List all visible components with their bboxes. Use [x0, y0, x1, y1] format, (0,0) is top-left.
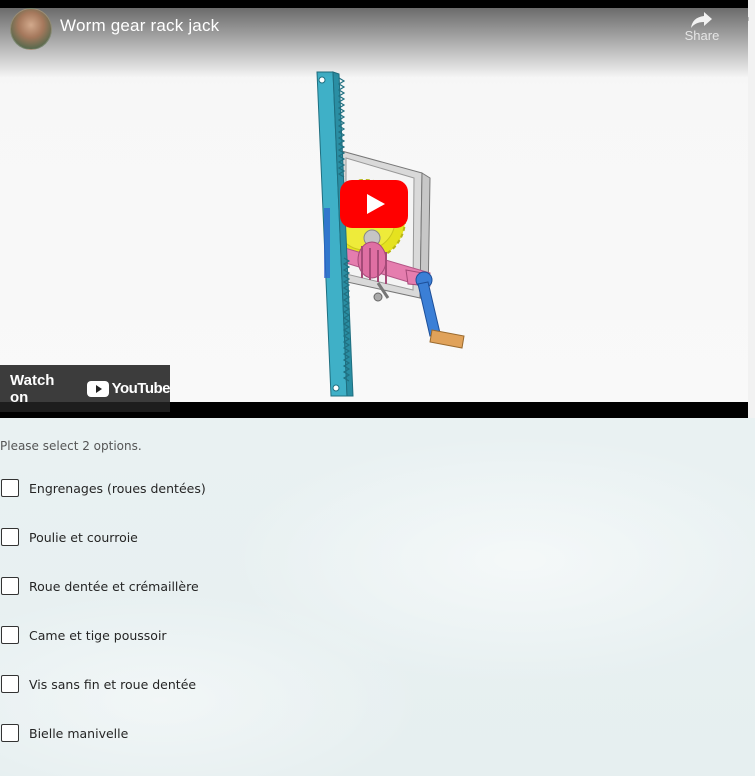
option-label: Engrenages (roues dentées): [29, 480, 206, 496]
video-title[interactable]: Worm gear rack jack: [60, 16, 219, 36]
option-label: Roue dentée et crémaillère: [29, 578, 199, 594]
option-label: Vis sans fin et roue dentée: [29, 676, 197, 692]
option-label: Came et tige poussoir: [29, 627, 167, 643]
checkbox[interactable]: [1, 479, 19, 497]
option-label: Poulie et courroie: [29, 529, 138, 545]
checkbox[interactable]: [1, 675, 19, 693]
option-poulie-courroie[interactable]: Poulie et courroie: [0, 525, 138, 549]
watch-on-label: Watch on: [10, 371, 55, 406]
watch-on-youtube-button[interactable]: Watch on YouTube: [0, 365, 171, 412]
play-button[interactable]: [340, 180, 408, 232]
play-button-icon: [340, 180, 408, 228]
youtube-logo-icon: [86, 380, 109, 397]
share-button[interactable]: Share: [680, 10, 724, 43]
option-vis-sans-fin[interactable]: Vis sans fin et roue dentée: [0, 672, 196, 696]
checkbox[interactable]: [1, 626, 19, 644]
youtube-logo: YouTube: [86, 380, 171, 397]
option-came-tige[interactable]: Came et tige poussoir: [0, 623, 167, 647]
option-roue-cremaillere[interactable]: Roue dentée et crémaillère: [0, 574, 199, 598]
youtube-wordmark: YouTube: [111, 380, 171, 397]
channel-avatar[interactable]: [10, 8, 52, 50]
checkbox[interactable]: [1, 724, 19, 742]
instruction-text: Please select 2 options.: [0, 439, 142, 453]
option-engrenages[interactable]: Engrenages (roues dentées): [0, 476, 206, 500]
option-bielle-manivelle[interactable]: Bielle manivelle: [0, 721, 128, 745]
option-label: Bielle manivelle: [29, 725, 129, 741]
checkbox[interactable]: [1, 577, 19, 595]
share-label: Share: [684, 28, 720, 43]
share-icon: [691, 12, 712, 28]
video-player[interactable]: Worm gear rack jack Share Watch on YouTu…: [0, 0, 748, 418]
side-strip: ▭: [742, 0, 755, 418]
checkbox[interactable]: [1, 528, 19, 546]
